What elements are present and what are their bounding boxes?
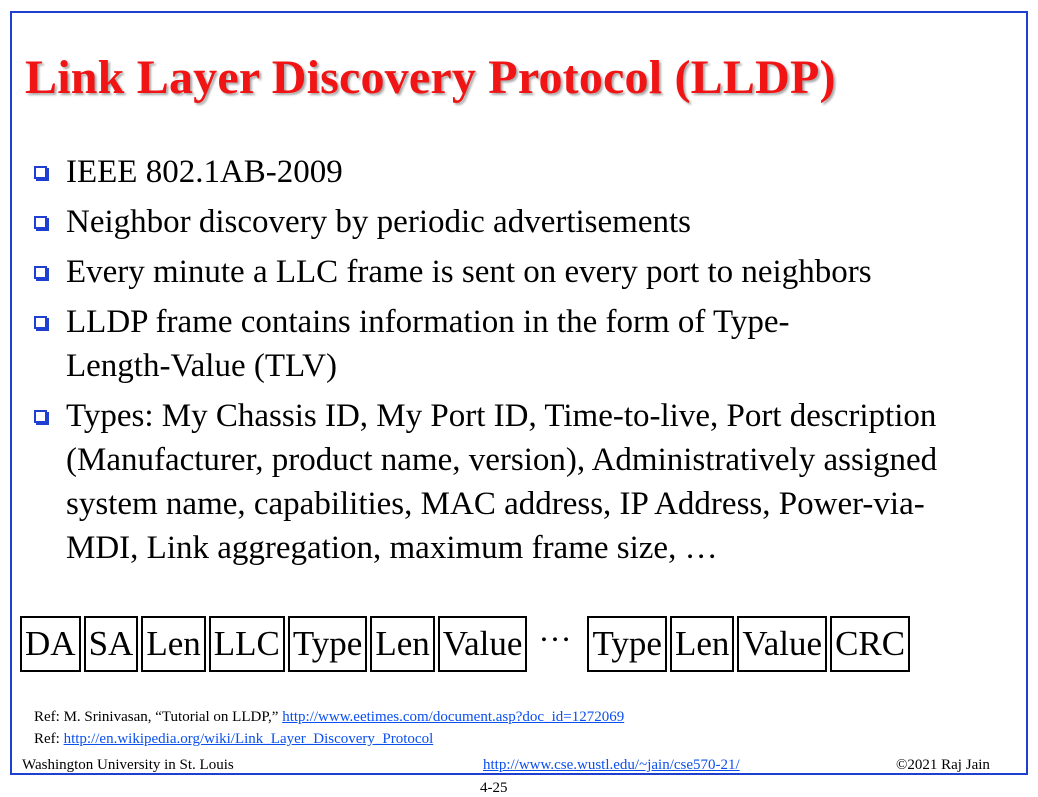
- frame-field-crc: CRC: [830, 616, 911, 672]
- checkbox-bullet-icon: [34, 266, 47, 279]
- checkbox-bullet-icon: [34, 410, 47, 423]
- checkbox-bullet-icon: [34, 316, 47, 329]
- bullet-item: IEEE 802.1AB-2009: [30, 150, 1020, 194]
- bullet-item: Types: My Chassis ID, My Port ID, Time-t…: [30, 394, 986, 570]
- reference-text: Ref:: [34, 731, 64, 747]
- bullet-item: LLDP frame contains information in the f…: [30, 300, 826, 388]
- bullet-text: Every minute a LLC frame is sent on ever…: [66, 254, 872, 290]
- footer-course-link[interactable]: http://www.cse.wustl.edu/~jain/cse570-21…: [483, 757, 740, 773]
- bullet-text: Neighbor discovery by periodic advertise…: [66, 204, 691, 240]
- lldp-frame-format: DA SA Len LLC Type Len Value … Type Len …: [20, 613, 913, 672]
- slide-title: Link Layer Discovery Protocol (LLDP): [25, 51, 836, 104]
- frame-field-type: Type: [287, 616, 368, 672]
- frame-field-len: Len: [141, 616, 206, 672]
- bullet-item: Neighbor discovery by periodic advertise…: [30, 200, 1020, 244]
- reference-link[interactable]: http://en.wikipedia.org/wiki/Link_Layer_…: [64, 731, 434, 747]
- frame-field-len: Len: [669, 616, 735, 672]
- frame-field-sa: SA: [83, 616, 139, 672]
- checkbox-bullet-icon: [34, 166, 47, 179]
- checkbox-bullet-icon: [34, 216, 47, 229]
- footer-copyright: ©2021 Raj Jain: [896, 757, 990, 773]
- footer-course-link-wrap: http://www.cse.wustl.edu/~jain/cse570-21…: [483, 757, 740, 774]
- bullet-item: Every minute a LLC frame is sent on ever…: [30, 250, 1020, 294]
- frame-field-type: Type: [587, 616, 667, 672]
- bullet-list: IEEE 802.1AB-2009 Neighbor discovery by …: [30, 150, 1020, 576]
- footer-institution: Washington University in St. Louis: [22, 757, 234, 773]
- frame-field-value: Value: [437, 616, 528, 672]
- bullet-text: Types: My Chassis ID, My Port ID, Time-t…: [66, 398, 938, 566]
- bullet-text: IEEE 802.1AB-2009: [66, 154, 343, 190]
- reference-text: Ref: M. Srinivasan, “Tutorial on LLDP,”: [34, 709, 283, 725]
- frame-field-da: DA: [20, 616, 81, 672]
- bullet-text: LLDP frame contains information in the f…: [66, 304, 790, 384]
- reference-line: Ref: http://en.wikipedia.org/wiki/Link_L…: [34, 731, 433, 748]
- frame-ellipsis: …: [538, 613, 572, 649]
- reference-line: Ref: M. Srinivasan, “Tutorial on LLDP,” …: [34, 709, 624, 726]
- frame-field-len: Len: [370, 616, 435, 672]
- frame-field-llc: LLC: [208, 616, 285, 672]
- reference-link[interactable]: http://www.eetimes.com/document.asp?doc_…: [282, 709, 624, 725]
- frame-field-value: Value: [737, 616, 828, 672]
